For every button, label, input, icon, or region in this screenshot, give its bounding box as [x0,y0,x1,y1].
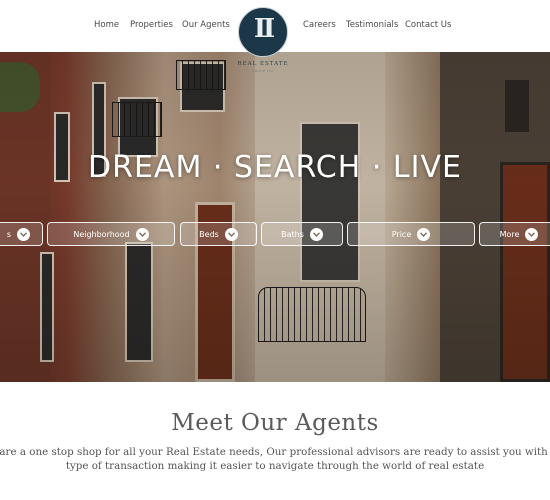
filter-location-label: s [6,229,12,239]
filter-neighborhood-label: Neighborhood [73,229,130,239]
agents-description: We are a one stop shop for all your Real… [0,446,550,472]
chevron-down-icon [224,227,238,241]
filter-beds[interactable]: Beds [180,222,257,246]
agents-heading: Meet Our Agents [171,410,379,436]
filter-more[interactable]: More [479,222,550,246]
property-search-bar: s Neighborhood Beds Baths Price More [0,222,550,246]
logo-subtitle: GROUP LLC [252,69,274,73]
hero-overlay [0,52,550,382]
logo-monogram: II [253,14,275,44]
nav-testimonials[interactable]: Testimonials [346,20,398,30]
filter-neighborhood[interactable]: Neighborhood [47,222,175,246]
filter-price-label: Price [391,229,412,239]
brand-logo[interactable]: II REAL ESTATE GROUP LLC [237,6,289,73]
chevron-down-icon [17,227,31,241]
filter-price[interactable]: Price [347,222,475,246]
nav-careers[interactable]: Careers [303,20,336,30]
chevron-down-icon [135,227,149,241]
filter-baths-label: Baths [281,229,304,239]
nav-home[interactable]: Home [94,20,119,30]
logo-name: REAL ESTATE [237,61,289,67]
filter-more-label: More [499,229,520,239]
hero-tagline: DREAM · SEARCH · LIVE [88,150,462,185]
chevron-down-icon [525,227,539,241]
chevron-down-icon [417,227,431,241]
filter-location[interactable]: s [0,222,43,246]
nav-contact-us[interactable]: Contact Us [405,20,451,30]
site-header: Home Properties Our Agents II REAL ESTAT… [0,0,550,73]
nav-properties[interactable]: Properties [130,20,173,30]
filter-beds-label: Beds [199,229,219,239]
hero-banner: DREAM · SEARCH · LIVE s Neighborhood Bed… [0,52,550,382]
nav-our-agents[interactable]: Our Agents [182,20,230,30]
filter-baths[interactable]: Baths [261,222,343,246]
chevron-down-icon [309,227,323,241]
